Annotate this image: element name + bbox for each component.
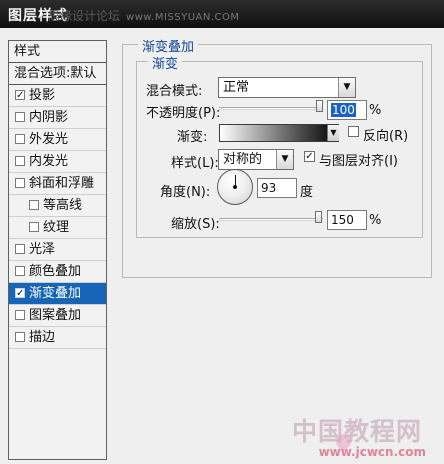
style-item-outer-glow[interactable]: 外发光 bbox=[9, 129, 106, 151]
style-label: 样式(L): bbox=[171, 156, 219, 171]
opacity-label: 不透明度(P): bbox=[146, 106, 221, 121]
blend-mode-label: 混合模式: bbox=[146, 84, 203, 99]
angle-input[interactable]: 93 bbox=[257, 178, 297, 198]
bevel-emboss-label: 斜面和浮雕 bbox=[29, 176, 95, 191]
pattern-overlay-checkbox[interactable] bbox=[15, 310, 25, 320]
gradient-subgroup-title: 渐变 bbox=[148, 53, 183, 72]
style-item-drop-shadow[interactable]: ✓ 投影 bbox=[9, 85, 106, 107]
bottom-watermark-url: www.jcwcn.com bbox=[318, 445, 426, 459]
style-item-color-overlay[interactable]: 颜色叠加 bbox=[9, 261, 106, 283]
top-watermark: 思缘设计论坛 www.MISSYUAN.COM bbox=[48, 7, 240, 24]
gradient-style-select[interactable]: 对称的 ▼ bbox=[218, 149, 294, 170]
angle-label: 角度(N): bbox=[160, 185, 211, 200]
style-item-contour[interactable]: 等高线 bbox=[9, 195, 106, 217]
reverse-label[interactable]: 反向(R) bbox=[363, 125, 408, 144]
outer-glow-label: 外发光 bbox=[29, 132, 69, 147]
stroke-label: 描边 bbox=[29, 330, 56, 345]
outer-glow-checkbox[interactable] bbox=[15, 134, 25, 144]
style-item-texture[interactable]: 纹理 bbox=[9, 217, 106, 239]
style-item-stroke[interactable]: 描边 bbox=[9, 327, 106, 349]
scale-slider-thumb[interactable] bbox=[315, 211, 322, 223]
bevel-emboss-checkbox[interactable] bbox=[15, 178, 25, 188]
blend-options-item[interactable]: 混合选项:默认 bbox=[9, 63, 106, 85]
gradient-label: 渐变: bbox=[177, 130, 208, 145]
angle-unit: 度 bbox=[300, 185, 314, 200]
satin-label: 光泽 bbox=[29, 242, 56, 257]
scale-unit: % bbox=[369, 213, 382, 228]
blend-mode-value: 正常 bbox=[223, 80, 250, 95]
opacity-value: 100 bbox=[331, 103, 356, 117]
bottom-watermark: 中国教程网 bbox=[291, 417, 422, 446]
angle-value: 93 bbox=[261, 181, 277, 195]
scale-slider[interactable] bbox=[219, 218, 323, 221]
gradient-overlay-checkbox[interactable]: ✓ bbox=[15, 288, 25, 299]
opacity-unit: % bbox=[369, 103, 382, 118]
style-list-panel: 样式 混合选项:默认 ✓ 投影 内阴影 外发光 内发光 斜面和浮雕 等高线 纹理… bbox=[8, 40, 107, 460]
opacity-slider[interactable] bbox=[219, 107, 323, 110]
blend-options-label: 混合选项:默认 bbox=[14, 66, 97, 81]
drop-shadow-checkbox[interactable]: ✓ bbox=[15, 90, 25, 101]
style-item-inner-glow[interactable]: 内发光 bbox=[9, 151, 106, 173]
drop-shadow-label: 投影 bbox=[29, 88, 56, 103]
scale-value: 150 bbox=[331, 213, 354, 227]
styles-header-label: 样式 bbox=[14, 44, 41, 59]
pattern-overlay-label: 图案叠加 bbox=[29, 308, 82, 323]
scale-input[interactable]: 150 bbox=[327, 210, 367, 230]
blend-mode-select[interactable]: 正常 ▼ bbox=[218, 77, 356, 98]
color-overlay-checkbox[interactable] bbox=[15, 266, 25, 276]
angle-dial-center bbox=[233, 185, 237, 189]
style-item-bevel-emboss[interactable]: 斜面和浮雕 bbox=[9, 173, 106, 195]
top-watermark-url: www.MISSYUAN.COM bbox=[126, 12, 240, 23]
style-item-gradient-overlay[interactable]: ✓ 渐变叠加 bbox=[9, 283, 106, 305]
chevron-down-icon: ▼ bbox=[338, 78, 355, 97]
angle-dial-icon[interactable] bbox=[217, 169, 253, 205]
scale-label: 缩放(S): bbox=[171, 217, 220, 232]
gradient-overlay-label: 渐变叠加 bbox=[29, 286, 82, 301]
styles-header[interactable]: 样式 bbox=[9, 41, 106, 63]
top-watermark-text: 思缘设计论坛 bbox=[48, 9, 121, 23]
opacity-slider-thumb[interactable] bbox=[316, 100, 323, 112]
gradient-preview[interactable] bbox=[219, 124, 339, 142]
style-item-satin[interactable]: 光泽 bbox=[9, 239, 106, 261]
reverse-checkbox[interactable] bbox=[348, 126, 359, 137]
texture-label: 纹理 bbox=[43, 220, 70, 235]
align-layer-label[interactable]: 与图层对齐(I) bbox=[319, 150, 398, 169]
style-item-inner-shadow[interactable]: 内阴影 bbox=[9, 107, 106, 129]
texture-checkbox[interactable] bbox=[29, 222, 39, 232]
chevron-down-icon: ▼ bbox=[276, 150, 293, 169]
inner-shadow-checkbox[interactable] bbox=[15, 112, 25, 122]
gradient-style-value: 对称的 bbox=[223, 152, 263, 167]
inner-shadow-label: 内阴影 bbox=[29, 110, 69, 125]
layer-style-dialog: 图层样式 思缘设计论坛 www.MISSYUAN.COM 样式 混合选项:默认 ✓… bbox=[0, 0, 444, 464]
align-layer-checkbox[interactable]: ✓ bbox=[304, 151, 315, 162]
color-overlay-label: 颜色叠加 bbox=[29, 264, 82, 279]
contour-label: 等高线 bbox=[43, 198, 83, 213]
opacity-input[interactable]: 100 bbox=[327, 100, 367, 120]
contour-checkbox[interactable] bbox=[29, 200, 39, 210]
satin-checkbox[interactable] bbox=[15, 244, 25, 254]
chevron-down-icon[interactable]: ▼ bbox=[327, 125, 339, 141]
inner-glow-label: 内发光 bbox=[29, 154, 69, 169]
stroke-checkbox[interactable] bbox=[15, 332, 25, 342]
style-item-pattern-overlay[interactable]: 图案叠加 bbox=[9, 305, 106, 327]
inner-glow-checkbox[interactable] bbox=[15, 156, 25, 166]
